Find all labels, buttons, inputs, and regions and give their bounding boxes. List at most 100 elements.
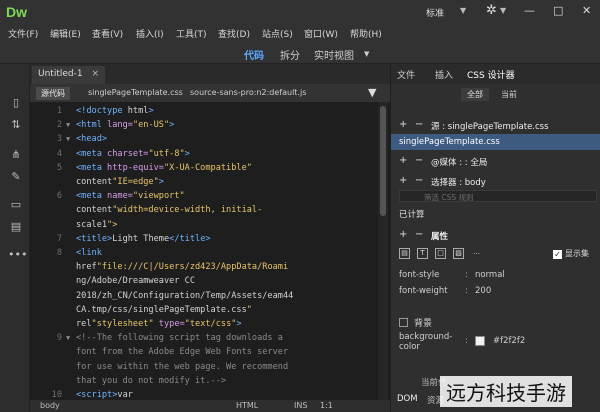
- menu-help[interactable]: 帮助(H): [350, 27, 382, 40]
- code-line[interactable]: 2018/zh_CN/Configuration/Temp/Assets/eam…: [76, 291, 293, 301]
- filter-all-button[interactable]: 全部: [461, 88, 489, 101]
- comment-icon[interactable]: ▭: [8, 198, 24, 211]
- code-line[interactable]: <!doctype html>: [76, 106, 154, 116]
- code-line[interactable]: <html lang="en-US">: [76, 120, 174, 130]
- scroll-thumb[interactable]: [380, 106, 386, 216]
- selected-source-row[interactable]: singlePageTemplate.css: [391, 134, 600, 150]
- property-value[interactable]: 200: [475, 286, 491, 296]
- more-icon[interactable]: •••: [8, 248, 27, 261]
- tab-dom[interactable]: DOM: [397, 394, 418, 404]
- more-icon[interactable]: …: [471, 248, 482, 259]
- menu-edit[interactable]: 编辑(E): [50, 27, 81, 40]
- close-button[interactable]: ✕: [582, 4, 591, 17]
- hierarchy-icon[interactable]: ⋔: [8, 148, 24, 161]
- menu-site[interactable]: 站点(S): [262, 27, 293, 40]
- view-switcher: 代码 拆分 实时视图 ▼: [0, 42, 600, 64]
- code-line[interactable]: rel"stylesheet" type="text/css">: [76, 319, 242, 329]
- code-line[interactable]: font from the Adobe Edge Web Fonts serve…: [76, 347, 288, 357]
- code-line[interactable]: for use within the web page. We recommen…: [76, 362, 288, 372]
- chevron-down-icon[interactable]: ▼: [500, 6, 506, 15]
- maximize-button[interactable]: □: [553, 4, 563, 17]
- chevron-down-icon[interactable]: ▼: [364, 50, 369, 58]
- media-row: + − @媒体 : : 全局: [391, 152, 600, 170]
- property-value[interactable]: #f2f2f2: [493, 336, 525, 346]
- code-line[interactable]: <meta name="viewport": [76, 191, 185, 201]
- remove-media-icon[interactable]: −: [415, 155, 423, 166]
- code-view-button[interactable]: 代码: [244, 47, 264, 62]
- chevron-down-icon[interactable]: ▼: [460, 6, 466, 15]
- code-line[interactable]: content"IE=edge">: [76, 177, 164, 187]
- filter-icon[interactable]: ▼: [368, 86, 376, 99]
- code-line[interactable]: content"width=device-width, initial-: [76, 205, 262, 215]
- split-view-button[interactable]: 拆分: [280, 47, 300, 62]
- background-section-label: 背景: [414, 319, 433, 329]
- code-line[interactable]: href"file:///C|/Users/zd423/AppData/Roam…: [76, 262, 288, 272]
- line-number: 1: [56, 106, 62, 116]
- gear-icon[interactable]: ✲: [486, 3, 497, 18]
- workspace-select[interactable]: 标准: [426, 6, 444, 19]
- filter-current-button[interactable]: 当前: [495, 88, 523, 101]
- tag-selector[interactable]: body: [40, 401, 60, 410]
- tab-css-designer[interactable]: CSS 设计器: [467, 68, 515, 81]
- property-separator: :: [465, 336, 468, 346]
- menu-find[interactable]: 查找(D): [218, 27, 250, 40]
- layout-icon[interactable]: ▤: [399, 248, 410, 259]
- title-bar: Dw 标准 ▼ ✲ ▼ — □ ✕: [0, 0, 600, 24]
- code-line[interactable]: that you do not modify it.-->: [76, 376, 226, 386]
- code-line[interactable]: <script>var: [76, 390, 133, 400]
- background-icon[interactable]: ▨: [453, 248, 464, 259]
- menu-tools[interactable]: 工具(T): [176, 27, 207, 40]
- related-file-js[interactable]: source-sans-pro:n2:default.js: [190, 88, 306, 97]
- document-tab[interactable]: Untitled-1 ×: [32, 66, 105, 84]
- file-icon[interactable]: ▯: [8, 96, 24, 109]
- line-number: 2: [56, 120, 62, 131]
- add-property-icon[interactable]: +: [399, 229, 407, 240]
- sort-icon[interactable]: ⇅: [8, 118, 24, 131]
- status-bar: body HTML INS 1:1: [30, 400, 390, 412]
- tab-files[interactable]: 文件: [397, 68, 415, 81]
- fold-toggle-icon[interactable]: ▼: [66, 135, 70, 143]
- code-line[interactable]: <!--The following script tag downloads a: [76, 333, 283, 343]
- tab-insert[interactable]: 插入: [435, 68, 453, 81]
- live-view-button[interactable]: 实时视图: [314, 47, 354, 62]
- computed-label[interactable]: 已计算: [399, 208, 425, 220]
- minimize-button[interactable]: —: [524, 4, 535, 17]
- remove-property-icon[interactable]: −: [415, 229, 423, 240]
- code-line[interactable]: ng/Adobe/Dreamweaver CC: [76, 276, 195, 286]
- menu-window[interactable]: 窗口(W): [304, 27, 338, 40]
- document-area: Untitled-1 × 源代码 singlePageTemplate.css …: [30, 64, 390, 412]
- code-line[interactable]: <meta http-equiv="X-UA-Compatible": [76, 163, 252, 173]
- code-line[interactable]: CA.tmp/css/singlePageTemplate.css": [76, 305, 252, 315]
- brush-icon[interactable]: ✎: [8, 170, 24, 183]
- selected-source-label: singlePageTemplate.css: [399, 137, 500, 147]
- add-source-icon[interactable]: +: [399, 119, 407, 130]
- show-set-checkbox[interactable]: ✓ 显示集: [553, 248, 589, 259]
- menu-view[interactable]: 查看(V): [92, 27, 123, 40]
- snippet-icon[interactable]: ▤: [8, 220, 24, 233]
- code-line[interactable]: <meta charset="utf-8">: [76, 149, 190, 159]
- background-section[interactable]: 背景: [399, 316, 432, 329]
- menu-insert[interactable]: 插入(I): [136, 27, 164, 40]
- remove-source-icon[interactable]: −: [415, 119, 423, 130]
- css-filter-input[interactable]: 筛选 CSS 规则: [399, 190, 597, 202]
- add-selector-icon[interactable]: +: [399, 175, 407, 186]
- code-line[interactable]: <link: [76, 248, 102, 258]
- related-file-css[interactable]: singlePageTemplate.css: [88, 88, 183, 97]
- remove-selector-icon[interactable]: −: [415, 175, 423, 186]
- add-media-icon[interactable]: +: [399, 155, 407, 166]
- code-line[interactable]: <title>Light Theme</title>: [76, 234, 211, 244]
- close-icon[interactable]: ×: [91, 69, 99, 79]
- property-value[interactable]: normal: [475, 270, 505, 280]
- code-line[interactable]: <head>: [76, 134, 107, 144]
- color-swatch[interactable]: [475, 336, 485, 346]
- text-icon[interactable]: T: [417, 248, 428, 259]
- language-select[interactable]: HTML: [236, 401, 258, 410]
- source-code-button[interactable]: 源代码: [36, 87, 70, 100]
- menu-file[interactable]: 文件(F): [8, 27, 38, 40]
- fold-toggle-icon[interactable]: ▼: [66, 121, 70, 129]
- code-line[interactable]: scale1">: [76, 220, 117, 230]
- border-icon[interactable]: □: [435, 248, 446, 259]
- code-editor[interactable]: 1 <!doctype html> 2 ▼ <html lang="en-US"> 3 ▼ <…: [30, 102, 390, 400]
- fold-toggle-icon[interactable]: ▼: [66, 334, 70, 342]
- scrollbar[interactable]: [378, 102, 388, 400]
